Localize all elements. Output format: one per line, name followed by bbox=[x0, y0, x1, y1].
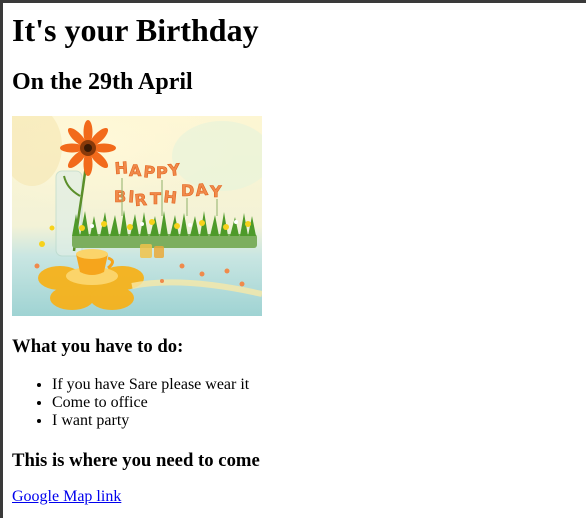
svg-text:T: T bbox=[150, 189, 161, 208]
svg-text:A: A bbox=[129, 161, 142, 180]
svg-text:B: B bbox=[114, 187, 126, 206]
page-title: It's your Birthday bbox=[12, 12, 259, 48]
svg-text:R: R bbox=[134, 190, 148, 210]
list-item: Come to office bbox=[52, 394, 249, 412]
svg-text:Y: Y bbox=[166, 160, 181, 180]
list-item: If you have Sare please wear it bbox=[52, 376, 249, 394]
google-map-link[interactable]: Google Map link bbox=[12, 488, 121, 506]
svg-text:D: D bbox=[181, 181, 194, 200]
list-item: I want party bbox=[52, 412, 249, 430]
birthday-image: H A P P Y B I R T H D A Y bbox=[12, 116, 262, 316]
svg-text:H: H bbox=[163, 187, 178, 207]
svg-text:Y: Y bbox=[209, 182, 222, 201]
date-heading: On the 29th April bbox=[12, 69, 193, 95]
svg-text:H: H bbox=[114, 158, 129, 178]
location-heading: This is where you need to come bbox=[12, 450, 260, 471]
todo-heading: What you have to do: bbox=[12, 336, 184, 357]
svg-text:P: P bbox=[143, 162, 157, 182]
todo-list: If you have Sare please wear it Come to … bbox=[12, 376, 249, 430]
svg-text:P: P bbox=[156, 163, 168, 182]
